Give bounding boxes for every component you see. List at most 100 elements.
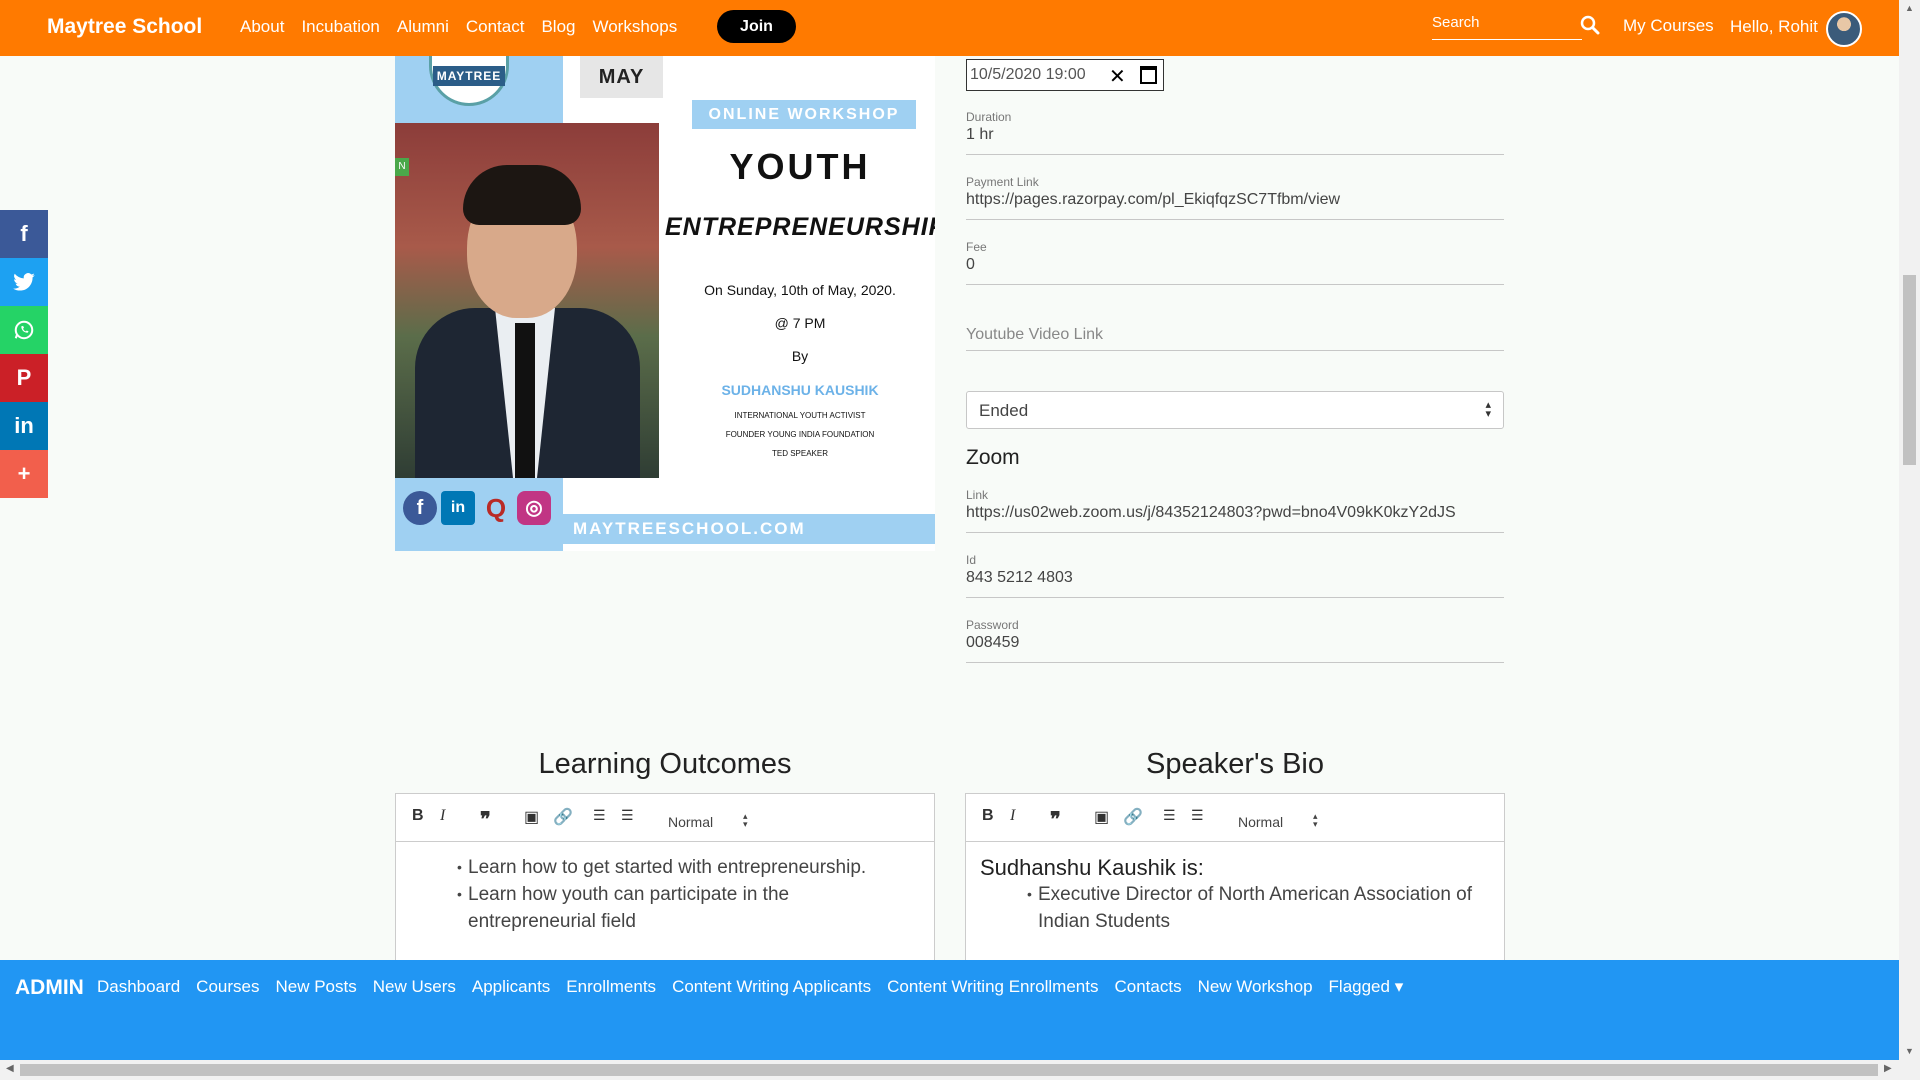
link-icon[interactable]: 🔗 bbox=[1123, 807, 1143, 827]
avatar[interactable] bbox=[1826, 11, 1862, 47]
admin-new-posts-link[interactable]: New Posts bbox=[275, 977, 356, 997]
list-item: Learn how to get started with entreprene… bbox=[457, 854, 920, 881]
poster-role: INTERNATIONAL YOUTH ACTIVIST bbox=[734, 411, 866, 420]
image-icon[interactable]: ▣ bbox=[524, 807, 539, 827]
duration-field[interactable]: Duration 1 hr bbox=[966, 110, 1504, 155]
zoom-id-label: Id bbox=[966, 553, 977, 567]
calendar-icon[interactable] bbox=[1140, 66, 1157, 84]
admin-flagged-dropdown[interactable]: Flagged ▾ bbox=[1329, 977, 1404, 997]
poster-speaker: SUDHANSHU KAUSHIK bbox=[721, 382, 879, 398]
poster-badge: ONLINE WORKSHOP bbox=[692, 100, 916, 129]
pinterest-icon[interactable]: P bbox=[0, 354, 48, 402]
scroll-up-icon[interactable]: ▲ bbox=[1905, 3, 1914, 13]
scroll-left-icon[interactable]: ◀ bbox=[6, 1063, 14, 1074]
linkedin-icon[interactable]: in bbox=[0, 402, 48, 450]
nav-incubation[interactable]: Incubation bbox=[301, 17, 379, 37]
link-icon[interactable]: 🔗 bbox=[553, 807, 573, 827]
ordered-list-icon[interactable]: ☰ bbox=[1163, 807, 1176, 824]
admin-new-users-link[interactable]: New Users bbox=[373, 977, 456, 997]
nav-workshops[interactable]: Workshops bbox=[592, 17, 677, 37]
poster-role: FOUNDER YOUNG INDIA FOUNDATION bbox=[725, 430, 875, 439]
nav-about[interactable]: About bbox=[240, 17, 284, 37]
list-item: Learn how youth can participate in the e… bbox=[457, 881, 920, 935]
nav-links: About Incubation Alumni Contact Blog Wor… bbox=[240, 17, 694, 37]
bold-icon[interactable]: B bbox=[982, 807, 994, 825]
social-share-bar: f P in + bbox=[0, 210, 48, 498]
bold-icon[interactable]: B bbox=[412, 807, 424, 825]
vertical-scrollbar[interactable]: ▲ ▼ bbox=[1899, 0, 1920, 1060]
speaker-bio-editor[interactable]: B I ❞ ▣ 🔗 ☰ ☰ Normal ▴ ▾ Sudhanshu Kaushi… bbox=[965, 793, 1505, 963]
facebook-icon[interactable]: f bbox=[0, 210, 48, 258]
join-button[interactable]: Join bbox=[717, 10, 796, 43]
scroll-down-icon[interactable]: ▼ bbox=[1905, 1046, 1914, 1056]
zoom-password-field[interactable]: Password 008459 bbox=[966, 618, 1504, 663]
bullet-list-icon[interactable]: ☰ bbox=[621, 807, 634, 824]
plus-icon[interactable]: + bbox=[0, 450, 48, 498]
list-item: Executive Director of North American Ass… bbox=[1027, 881, 1490, 935]
top-navbar: Maytree School About Incubation Alumni C… bbox=[0, 0, 1899, 56]
zoom-link-field[interactable]: Link https://us02web.zoom.us/j/843521248… bbox=[966, 488, 1504, 533]
user-greeting[interactable]: Hello, Rohit bbox=[1730, 17, 1818, 37]
admin-contacts-link[interactable]: Contacts bbox=[1114, 977, 1181, 997]
instagram-icon: ◎ bbox=[517, 491, 551, 525]
duration-value: 1 hr bbox=[966, 126, 994, 143]
learning-outcomes-editor[interactable]: B I ❞ ▣ 🔗 ☰ ☰ Normal ▴▾ Learn how to get… bbox=[395, 793, 935, 963]
datetime-input[interactable]: 10/5/2020 19:00 ✕ bbox=[966, 59, 1164, 91]
chevron-updown-icon: ▴ ▾ bbox=[743, 811, 748, 829]
scrollbar-thumb[interactable] bbox=[1903, 275, 1916, 465]
scrollbar-thumb[interactable] bbox=[20, 1064, 1878, 1076]
italic-icon[interactable]: I bbox=[440, 807, 445, 825]
admin-courses-link[interactable]: Courses bbox=[196, 977, 259, 997]
admin-cw-applicants-link[interactable]: Content Writing Applicants bbox=[672, 977, 871, 997]
nav-contact[interactable]: Contact bbox=[466, 17, 525, 37]
poster-when: On Sunday, 10th of May, 2020. bbox=[704, 282, 896, 298]
format-select[interactable]: Normal bbox=[668, 814, 713, 830]
fee-value: 0 bbox=[966, 256, 975, 273]
editor-content[interactable]: Learn how to get started with entreprene… bbox=[396, 842, 934, 947]
admin-enrollments-link[interactable]: Enrollments bbox=[566, 977, 656, 997]
horizontal-scrollbar[interactable]: ◀ ▶ bbox=[0, 1060, 1920, 1080]
brand-logo[interactable]: Maytree School bbox=[47, 15, 202, 39]
admin-applicants-link[interactable]: Applicants bbox=[472, 977, 550, 997]
speaker-photo bbox=[395, 123, 659, 478]
nav-blog[interactable]: Blog bbox=[541, 17, 575, 37]
admin-bar: ADMIN Dashboard Courses New Posts New Us… bbox=[0, 960, 1899, 1060]
chevron-updown-icon: ▴ ▾ bbox=[1485, 399, 1491, 420]
italic-icon[interactable]: I bbox=[1010, 807, 1015, 825]
zoom-heading: Zoom bbox=[966, 446, 1020, 469]
zoom-id-field[interactable]: Id 843 5212 4803 bbox=[966, 553, 1504, 598]
poster-month: MAY bbox=[598, 66, 645, 88]
ordered-list-icon[interactable]: ☰ bbox=[593, 807, 606, 824]
my-courses-link[interactable]: My Courses bbox=[1623, 16, 1714, 36]
close-icon[interactable]: ✕ bbox=[1109, 64, 1126, 89]
logo-text: MAYTREE bbox=[433, 66, 505, 86]
status-value: Ended bbox=[979, 401, 1029, 420]
quote-icon[interactable]: ❞ bbox=[480, 807, 491, 832]
payment-link-field[interactable]: Payment Link https://pages.razorpay.com/… bbox=[966, 175, 1504, 220]
fee-label: Fee bbox=[966, 240, 987, 254]
payment-link-value: https://pages.razorpay.com/pl_EkiqfqzSC7… bbox=[966, 191, 1341, 208]
admin-cw-enrollments-link[interactable]: Content Writing Enrollments bbox=[887, 977, 1098, 997]
facebook-icon: f bbox=[403, 491, 437, 525]
quote-icon[interactable]: ❞ bbox=[1050, 807, 1061, 832]
bullet-list-icon[interactable]: ☰ bbox=[1191, 807, 1204, 824]
admin-links: Dashboard Courses New Posts New Users Ap… bbox=[97, 977, 1419, 997]
youtube-link-field[interactable]: Youtube Video Link bbox=[966, 326, 1504, 351]
admin-dashboard-link[interactable]: Dashboard bbox=[97, 977, 180, 997]
twitter-icon[interactable] bbox=[0, 258, 48, 306]
search-input[interactable]: Search bbox=[1432, 12, 1582, 40]
nav-alumni[interactable]: Alumni bbox=[397, 17, 449, 37]
image-icon[interactable]: ▣ bbox=[1094, 807, 1109, 827]
bio-heading: Sudhanshu Kaushik is: bbox=[980, 855, 1204, 880]
scroll-right-icon[interactable]: ▶ bbox=[1884, 1063, 1892, 1074]
search-icon[interactable] bbox=[1580, 15, 1600, 35]
whatsapp-icon[interactable] bbox=[0, 306, 48, 354]
format-select[interactable]: Normal bbox=[1238, 814, 1283, 830]
learning-outcomes-title: Learning Outcomes bbox=[538, 748, 792, 780]
status-select[interactable]: Ended ▴ ▾ bbox=[966, 391, 1504, 429]
workshop-poster: MAYTREE MAY ONLINE WORKSHOP N YOUTH ENTR… bbox=[395, 56, 935, 551]
admin-new-workshop-link[interactable]: New Workshop bbox=[1198, 977, 1313, 997]
editor-toolbar: B I ❞ ▣ 🔗 ☰ ☰ Normal ▴ ▾ bbox=[966, 794, 1504, 842]
fee-field[interactable]: Fee 0 bbox=[966, 240, 1504, 285]
editor-content[interactable]: Sudhanshu Kaushik is: Executive Director… bbox=[966, 842, 1504, 947]
